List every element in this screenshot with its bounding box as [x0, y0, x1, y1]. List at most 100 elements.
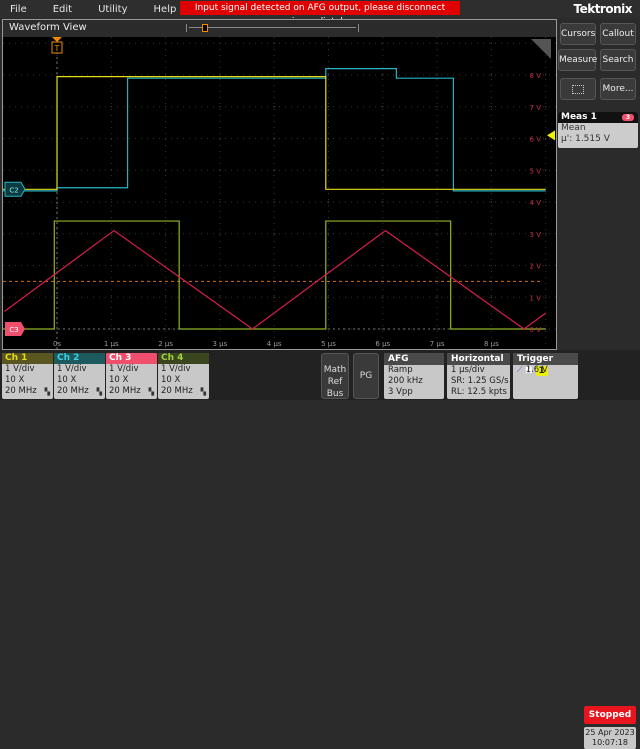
bandwidth-limit-icon: ▚: [45, 388, 50, 396]
search-button[interactable]: Search: [600, 49, 636, 71]
grid-dot: [437, 201, 438, 202]
y-axis-label: 2 V: [530, 263, 542, 271]
ch3-marker-label: C3: [9, 326, 18, 334]
trigger-badge[interactable]: Trigger N1 ⟋ 1.6 V: [513, 353, 578, 399]
channel-probe: 10 X: [54, 375, 105, 386]
channel-name: Ch 3: [106, 353, 157, 364]
date: 25 Apr 2023: [584, 728, 636, 738]
y-axis-label: 1 V: [530, 294, 542, 302]
channel-probe: 10 X: [2, 375, 53, 386]
grid-dot: [491, 297, 492, 298]
menu-help[interactable]: Help: [154, 4, 177, 15]
time: 10:07:18: [584, 738, 636, 748]
grid-dot: [437, 297, 438, 298]
ch3-trace: [4, 231, 545, 329]
zoom-button[interactable]: [560, 78, 596, 100]
menu-file[interactable]: File: [10, 4, 27, 15]
y-axis-label: 3 V: [530, 231, 542, 239]
meas-value: µ': 1.515 V: [558, 134, 638, 145]
grid-dot: [545, 233, 546, 234]
meas-source-badge: 3: [622, 114, 634, 121]
channel-probe: 10 X: [158, 375, 209, 386]
afg-badge[interactable]: AFG Ramp 200 kHz 3 Vpp: [384, 353, 444, 399]
y-axis-label: 4 V: [530, 199, 542, 207]
waveform-view-titlebar: Waveform View: [3, 20, 556, 37]
grid-dot: [545, 106, 546, 107]
y-axis-label: 7 V: [530, 104, 542, 112]
trigger-position-icon[interactable]: [52, 37, 62, 42]
pg-button[interactable]: PG: [353, 353, 379, 399]
alert-banner[interactable]: Input signal detected on AFG output, ple…: [180, 1, 460, 15]
horizontal-scale: 1 µs/div: [447, 365, 510, 376]
channel-1-badge[interactable]: Ch 1 1 V/div 10 X 20 MHz ▚: [2, 353, 53, 399]
trigger-level: 1.6 V: [526, 365, 548, 375]
y-axis-label: 0 V: [530, 326, 542, 334]
channel-2-badge[interactable]: Ch 2 1 V/div 10 X 20 MHz ▚: [54, 353, 105, 399]
grid-dot: [437, 233, 438, 234]
horizontal-badge[interactable]: Horizontal 1 µs/div SR: 1.25 GS/s RL: 12…: [447, 353, 510, 399]
x-axis-label: 5 µs: [321, 340, 336, 348]
tektronix-logo: Tektronix: [573, 2, 632, 16]
channel-3-badge[interactable]: Ch 3 1 V/div 10 X 20 MHz ▚: [106, 353, 157, 399]
date-time: 25 Apr 202310:07:18: [584, 727, 636, 749]
grid-dot: [328, 297, 329, 298]
right-panel: Cursors Callout Measure Search More... M…: [557, 19, 640, 350]
math-ref-bus-button[interactable]: Math Ref Bus: [321, 353, 349, 399]
grid-dot: [328, 201, 329, 202]
record-overview-bar[interactable]: [186, 24, 359, 32]
grid-dot: [328, 74, 329, 75]
grid-dot: [382, 106, 383, 107]
more-button[interactable]: More...: [600, 78, 636, 100]
run-stop-status[interactable]: Stopped: [584, 706, 636, 724]
bandwidth-limit-icon: ▚: [97, 388, 102, 396]
grid-dot: [437, 106, 438, 107]
grid-dot: [382, 297, 383, 298]
menu-utility[interactable]: Utility: [98, 4, 127, 15]
channel-4-badge[interactable]: Ch 4 1 V/div 10 X 20 MHz ▚: [158, 353, 209, 399]
bandwidth-limit-icon: ▚: [149, 388, 154, 396]
meas-title: Meas 1: [561, 112, 597, 122]
grid-dot: [545, 297, 546, 298]
grid-dot: [491, 106, 492, 107]
channel-name: Ch 2: [54, 353, 105, 364]
bus-label: Bus: [322, 388, 348, 400]
grid-dot: [328, 138, 329, 139]
ref-label: Ref: [322, 376, 348, 388]
grid-dot: [545, 201, 546, 202]
waveform-plot[interactable]: 8 V7 V6 V5 V4 V3 V2 V1 V0 V0s1 µs2 µs3 µ…: [3, 37, 556, 349]
meas-1-badge[interactable]: Meas 13 Mean µ': 1.515 V: [558, 112, 638, 148]
ch1-trace: [3, 77, 546, 190]
ch2-trace: [3, 69, 546, 191]
channel-scale: 1 V/div: [54, 364, 105, 375]
trigger-marker-label: T: [54, 44, 60, 53]
waveform-view-title: Waveform View: [9, 22, 87, 33]
x-axis-label: 6 µs: [375, 340, 390, 348]
callout-button[interactable]: Callout: [600, 23, 636, 45]
afg-freq: 200 kHz: [384, 376, 444, 387]
channel-scale: 1 V/div: [2, 364, 53, 375]
x-axis-label: 1 µs: [104, 340, 119, 348]
trigger-title: Trigger: [517, 354, 553, 364]
grid-dot: [491, 201, 492, 202]
zoom-icon[interactable]: [531, 39, 551, 59]
trigger-level-arrow-icon[interactable]: [547, 130, 555, 140]
cursors-button[interactable]: Cursors: [560, 23, 596, 45]
horizontal-title: Horizontal: [447, 353, 510, 365]
zoom-box-icon: [572, 85, 584, 94]
x-axis-label: 8 µs: [484, 340, 499, 348]
grid-dot: [328, 233, 329, 234]
afg-wave: Ramp: [384, 365, 444, 376]
grid-dot: [382, 201, 383, 202]
channel-name: Ch 1: [2, 353, 53, 364]
x-axis-label: 2 µs: [158, 340, 173, 348]
grid-dot: [382, 138, 383, 139]
ch2-marker-label: C2: [9, 186, 18, 194]
settings-bar: Ch 1 1 V/div 10 X 20 MHz ▚Ch 2 1 V/div 1…: [0, 350, 640, 400]
waveform-view: Waveform View 8 V7 V6 V5 V4 V3 V2 V1 V0 …: [2, 19, 557, 350]
channel-scale: 1 V/div: [106, 364, 157, 375]
sample-rate: SR: 1.25 GS/s: [447, 376, 510, 387]
measure-button[interactable]: Measure: [558, 49, 596, 71]
menu-edit[interactable]: Edit: [53, 4, 72, 15]
rising-edge-icon: ⟋: [517, 365, 523, 375]
grid-dot: [437, 328, 438, 329]
